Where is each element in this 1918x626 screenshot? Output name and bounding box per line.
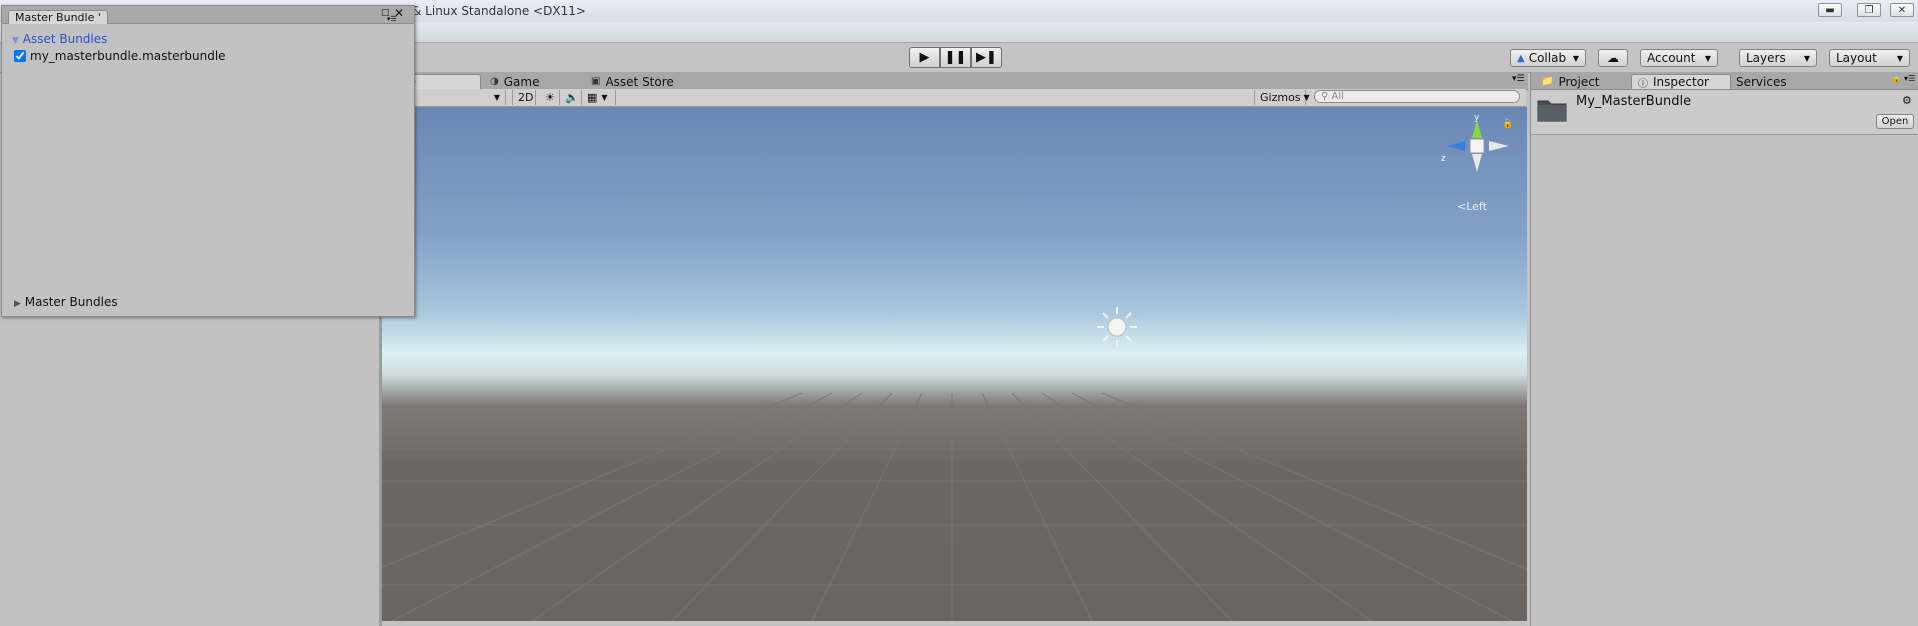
master-bundle-tab-strip: Master Bundle ' □ ✕ ▾☰ — [2, 6, 414, 24]
effects-dropdown[interactable]: ▦ ▼ — [582, 90, 616, 105]
restore-icon: ❐ — [1864, 4, 1874, 16]
bundle-list-item: my_masterbundle.masterbundle — [14, 49, 226, 63]
tab-menu-icon[interactable]: ▾☰ — [1512, 74, 1525, 84]
tab-game[interactable]: ◑ Game — [484, 74, 564, 89]
collab-button[interactable]: ▲ Collab ▼ — [1510, 49, 1586, 67]
gizmos-label: Gizmos — [1260, 91, 1301, 104]
minimize-button[interactable]: ▬ — [1818, 3, 1842, 17]
step-icon: ▶❚ — [976, 50, 997, 65]
master-bundles-label: Master Bundles — [24, 295, 118, 309]
tab-inspector-label: Inspector — [1653, 75, 1709, 89]
collab-label: Collab — [1528, 51, 1567, 65]
lock-icon[interactable]: 🔒 — [1891, 74, 1902, 84]
chevron-down-icon: ▼ — [1704, 53, 1711, 63]
layers-dropdown[interactable]: Layers ▼ — [1739, 49, 1817, 67]
master-bundles-foldout[interactable]: ▶ Master Bundles — [14, 295, 118, 309]
speaker-icon: 🔈 — [565, 91, 579, 104]
cloud-icon: ☁ — [1607, 51, 1619, 65]
search-icon: ⚲ — [1321, 91, 1329, 102]
close-button[interactable]: ✕ — [1890, 3, 1914, 17]
gizmo-z-label: z — [1441, 154, 1446, 164]
layers-label: Layers — [1746, 51, 1786, 65]
view-label-text: Left — [1466, 200, 1487, 213]
tab-project-label: Project — [1558, 74, 1600, 89]
account-label: Account — [1647, 51, 1696, 65]
toggle-2d-button[interactable]: 2D — [512, 90, 536, 105]
gear-icon[interactable]: ⚙ — [1902, 94, 1912, 107]
open-button-label: Open — [1881, 116, 1909, 127]
play-icon: ▶ — [919, 50, 930, 65]
image-icon: ▦ — [587, 91, 598, 104]
tab-game-label: Game — [503, 74, 540, 89]
view-label[interactable]: <Left — [1457, 200, 1487, 213]
asset-bundles-label: Asset Bundles — [22, 32, 108, 46]
tab-services-label: Services — [1736, 74, 1787, 89]
ground-grid — [382, 392, 1527, 621]
tab-asset-store-label: Asset Store — [605, 74, 674, 89]
audio-toggle[interactable]: 🔈 — [560, 90, 582, 105]
game-icon: ◑ — [490, 76, 499, 87]
asset-name: My_MasterBundle — [1576, 94, 1692, 109]
collab-icon: ▲ — [1517, 52, 1525, 64]
master-bundle-tab-label: Master Bundle ' — [15, 11, 101, 24]
hierarchy-panel — [0, 315, 379, 626]
tab-project[interactable]: 📁 Project — [1535, 74, 1625, 89]
perspective-icon: < — [1457, 200, 1467, 213]
scene-search-input[interactable]: ⚲ All — [1314, 90, 1520, 103]
right-tab-strip: 📁 Project ⓘ Inspector Services 🔒 ▾☰ — [1531, 72, 1918, 90]
tab-asset-store[interactable]: ▣ Asset Store — [585, 74, 695, 89]
tab-master-bundle[interactable]: Master Bundle ' — [8, 10, 108, 24]
window-title: & Linux Standalone <DX11> — [412, 4, 586, 18]
tab-inspector[interactable]: ⓘ Inspector — [1631, 74, 1731, 90]
directional-light-icon[interactable] — [1095, 305, 1139, 349]
lock-icon[interactable]: 🔒 — [1502, 119, 1513, 129]
folder-icon: 📁 — [1541, 76, 1554, 87]
triangle-down-icon: ▼ — [12, 36, 19, 46]
bundle-item-label: my_masterbundle.masterbundle — [30, 49, 226, 63]
chevron-down-icon: ▼ — [1896, 53, 1903, 63]
chevron-down-icon: ▼ — [493, 93, 500, 102]
cloud-button[interactable]: ☁ — [1598, 49, 1628, 67]
step-button[interactable]: ▶❚ — [971, 47, 1002, 68]
scene-view-toolbar: aded ▼ 2D ☀ 🔈 ▦▼ Gizmos ▼ ⚲ All — [380, 89, 1526, 107]
chevron-down-icon: ▼ — [601, 93, 608, 102]
bundle-checkbox[interactable] — [14, 50, 26, 62]
info-icon: ⓘ — [1638, 78, 1648, 90]
inspector-panel — [1530, 72, 1918, 626]
tab-services[interactable]: Services — [1730, 74, 1816, 89]
sun-icon: ☀ — [545, 91, 555, 104]
scene-viewport[interactable]: y z 🔒 <Left — [382, 107, 1527, 621]
triangle-right-icon: ▶ — [14, 299, 21, 309]
chevron-down-icon: ▼ — [1803, 53, 1810, 63]
layout-dropdown[interactable]: Layout ▼ — [1829, 49, 1910, 67]
pause-button[interactable]: ❚❚ — [940, 47, 971, 68]
close-icon: ✕ — [1897, 4, 1907, 16]
play-button[interactable]: ▶ — [909, 47, 940, 68]
chevron-down-icon: ▼ — [1572, 53, 1579, 63]
tab-menu-icon[interactable]: ▾☰ — [387, 15, 397, 23]
inspector-header: My_MasterBundle ⚙ Open — [1531, 90, 1918, 135]
minimize-icon: ▬ — [1825, 4, 1835, 16]
chevron-down-icon: ▼ — [1303, 93, 1310, 102]
account-dropdown[interactable]: Account ▼ — [1640, 49, 1718, 67]
folder-icon — [1537, 100, 1567, 122]
master-bundle-window: Master Bundle ' □ ✕ ▾☰ ▼ Asset Bundles m… — [1, 5, 415, 317]
gizmo-y-label: y — [1474, 113, 1480, 123]
restore-button[interactable]: ❐ — [1857, 3, 1881, 17]
store-icon: ▣ — [591, 76, 601, 87]
asset-bundles-foldout[interactable]: ▼ Asset Bundles — [12, 32, 107, 46]
center-tab-strip: cene ◑ Game ▣ Asset Store ▾☰ — [380, 72, 1528, 90]
search-placeholder: All — [1331, 91, 1344, 102]
tab-menu-icon[interactable]: ▾☰ — [1904, 74, 1915, 83]
open-button[interactable]: Open — [1876, 114, 1914, 129]
toggle-2d-label: 2D — [518, 91, 534, 104]
gizmos-dropdown[interactable]: Gizmos ▼ — [1254, 90, 1310, 105]
lighting-toggle[interactable]: ☀ — [540, 90, 560, 105]
layout-label: Layout — [1836, 51, 1877, 65]
pause-icon: ❚❚ — [944, 50, 967, 65]
playback-controls: ▶ ❚❚ ▶❚ — [909, 47, 1005, 69]
